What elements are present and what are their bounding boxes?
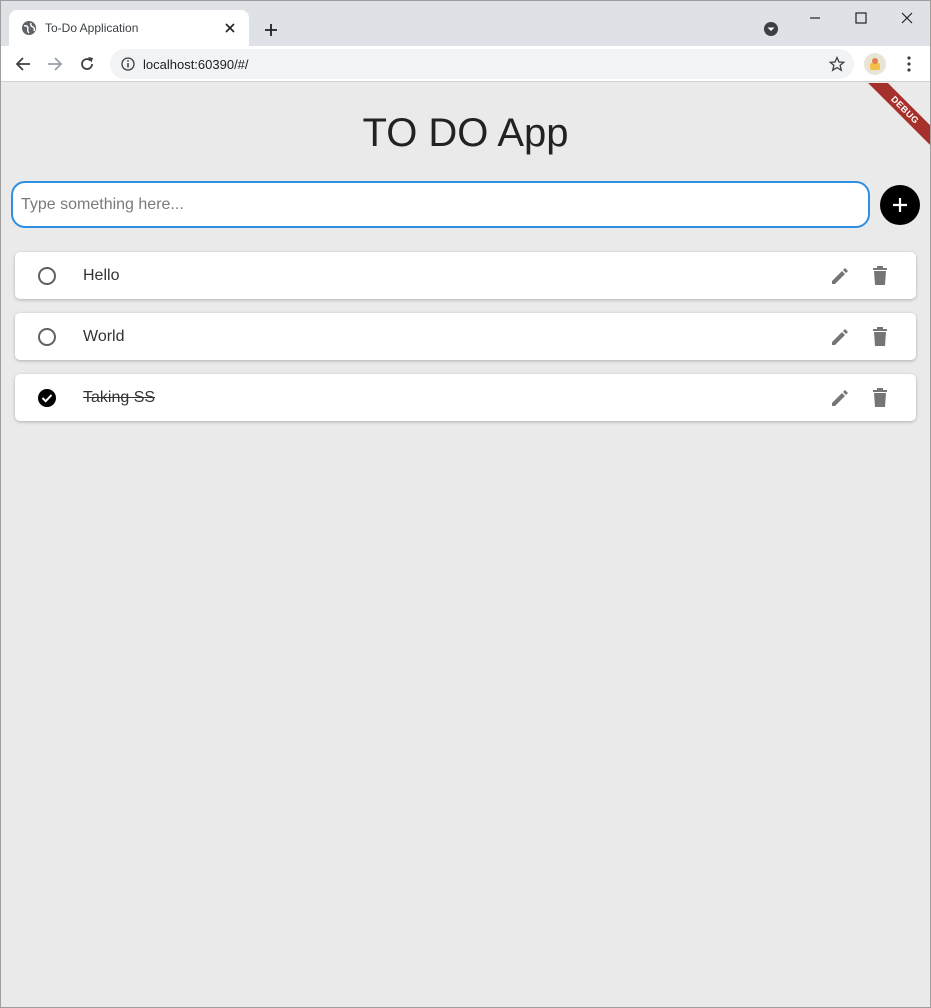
maximize-icon[interactable] <box>850 7 872 29</box>
browser-tab[interactable]: To-Do Application <box>9 10 249 46</box>
url-text: localhost:60390/#/ <box>143 56 249 72</box>
tab-strip: To-Do Application <box>1 1 930 46</box>
kebab-menu-icon[interactable] <box>898 52 920 76</box>
browser-toolbar: localhost:60390/#/ <box>1 46 930 82</box>
todo-label: World <box>83 327 125 345</box>
edit-icon[interactable] <box>828 325 852 349</box>
trash-icon[interactable] <box>868 325 892 349</box>
minimize-icon[interactable] <box>804 7 826 29</box>
page-title: TO DO App <box>362 111 569 155</box>
tab-title: To-Do Application <box>45 21 139 35</box>
new-tab-icon[interactable] <box>259 18 283 42</box>
unchecked-circle-icon[interactable] <box>36 265 58 287</box>
todo-list: Hello World Taking SS <box>15 252 916 435</box>
browser-window: To-Do Application localhost:60390/#/ DEB… <box>0 0 931 1008</box>
plus-icon <box>893 198 907 212</box>
trash-icon[interactable] <box>868 264 892 288</box>
info-icon[interactable] <box>120 56 136 72</box>
forward-icon[interactable] <box>43 52 67 76</box>
add-todo-button[interactable] <box>880 185 920 225</box>
todo-label: Hello <box>83 266 120 284</box>
close-tab-icon[interactable] <box>221 19 239 37</box>
app-viewport: DEBUG TO DO App Hello <box>1 83 930 1007</box>
todo-item: Taking SS <box>15 374 916 421</box>
checked-circle-icon[interactable] <box>36 387 58 409</box>
todo-item: Hello <box>15 252 916 299</box>
trash-icon[interactable] <box>868 386 892 410</box>
todo-item: World <box>15 313 916 360</box>
globe-icon <box>21 20 37 36</box>
todo-input[interactable] <box>21 195 868 214</box>
todo-input-field[interactable] <box>11 181 870 228</box>
tab-search-icon[interactable] <box>761 19 781 39</box>
unchecked-circle-icon[interactable] <box>36 326 58 348</box>
todo-label: Taking SS <box>83 388 156 406</box>
address-bar[interactable]: localhost:60390/#/ <box>110 49 854 79</box>
bookmark-star-icon[interactable] <box>826 53 848 75</box>
edit-icon[interactable] <box>828 386 852 410</box>
edit-icon[interactable] <box>828 264 852 288</box>
back-icon[interactable] <box>11 52 35 76</box>
profile-avatar-icon[interactable] <box>864 53 886 75</box>
reload-icon[interactable] <box>75 52 99 76</box>
close-window-icon[interactable] <box>896 7 918 29</box>
